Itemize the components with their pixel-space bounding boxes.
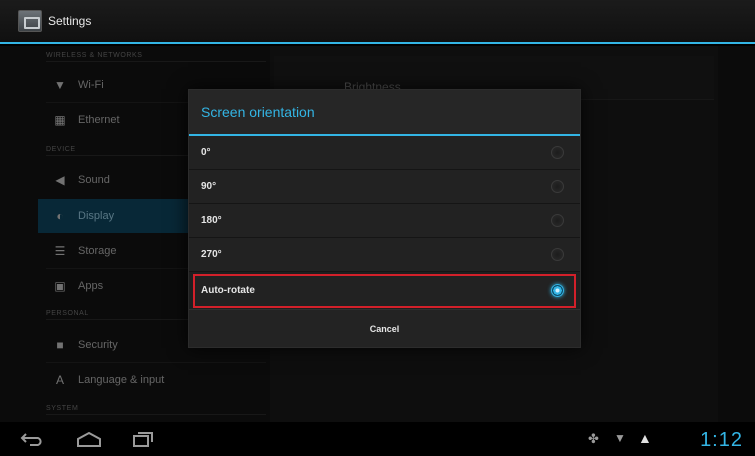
option-label: 90° xyxy=(201,181,217,192)
action-bar: Settings xyxy=(0,0,755,44)
clock: 1:12 xyxy=(700,429,743,451)
radio-button[interactable] xyxy=(551,146,564,159)
settings-icon[interactable] xyxy=(18,10,42,32)
option-label: 180° xyxy=(201,215,222,226)
orientation-option-90[interactable]: 90° xyxy=(189,170,580,204)
orientation-option-180[interactable]: 180° xyxy=(189,204,580,238)
app-title: Settings xyxy=(48,14,92,28)
option-label: 0° xyxy=(201,147,211,158)
recent-apps-icon[interactable] xyxy=(132,431,154,447)
orientation-option-0[interactable]: 0° xyxy=(189,136,580,170)
radio-button-selected[interactable] xyxy=(551,284,564,297)
radio-button[interactable] xyxy=(551,214,564,227)
radio-button[interactable] xyxy=(551,180,564,193)
option-label: 270° xyxy=(201,249,222,260)
radio-button[interactable] xyxy=(551,248,564,261)
orientation-option-270[interactable]: 270° xyxy=(189,238,580,272)
dialog-title: Screen orientation xyxy=(189,90,580,136)
option-label: Auto-rotate xyxy=(201,285,255,296)
home-icon[interactable] xyxy=(76,431,102,447)
usb-debug-icon: ✤ xyxy=(588,431,599,446)
system-bar: ✤ ▼ ▲ 1:12 xyxy=(0,422,755,456)
back-icon[interactable] xyxy=(20,432,46,446)
wifi-signal-icon: ▼ xyxy=(614,431,626,445)
cancel-label: Cancel xyxy=(369,323,400,334)
orientation-option-auto-rotate[interactable]: Auto-rotate xyxy=(193,274,576,308)
screen-orientation-dialog: Screen orientation 0° 90° 180° 270° Auto… xyxy=(188,89,581,348)
warning-icon: ▲ xyxy=(638,430,652,446)
cancel-button[interactable]: Cancel xyxy=(189,309,580,347)
